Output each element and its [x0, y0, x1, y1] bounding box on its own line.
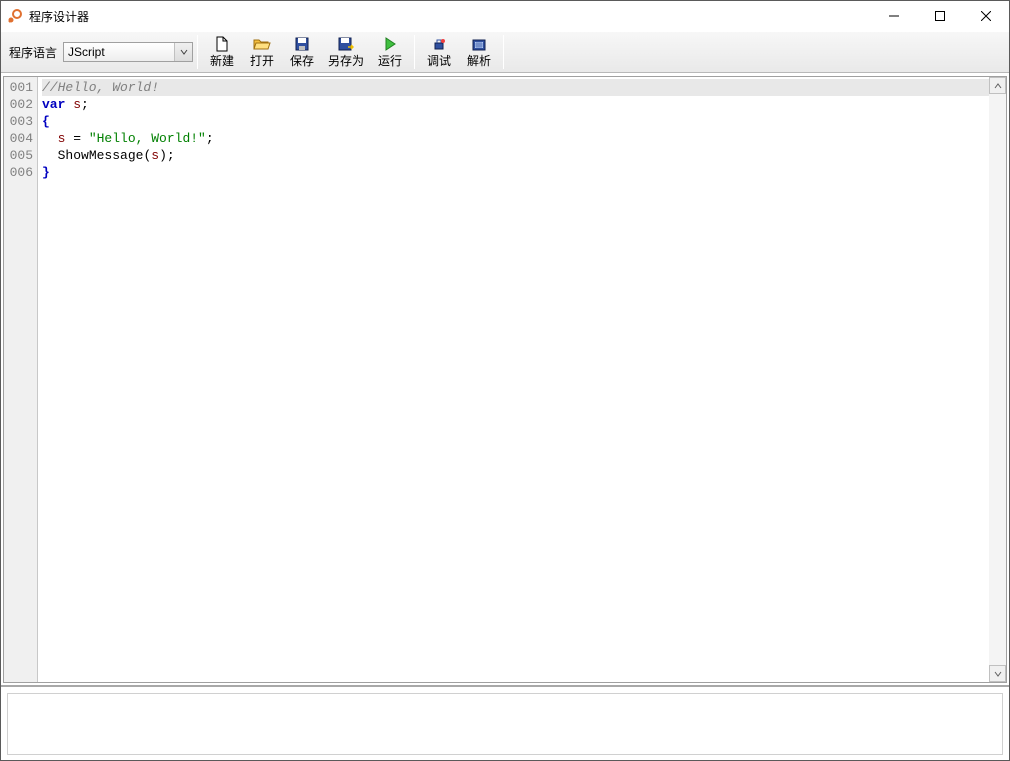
close-button[interactable]	[963, 1, 1009, 31]
file-new-icon	[213, 36, 231, 52]
scrollbar-track[interactable]	[989, 94, 1006, 665]
run-button[interactable]: 运行	[370, 34, 410, 70]
new-button[interactable]: 新建	[202, 34, 242, 70]
floppy-saveas-icon	[337, 36, 355, 52]
scroll-down-button[interactable]	[989, 665, 1006, 682]
save-button[interactable]: 保存	[282, 34, 322, 70]
status-bar	[1, 685, 1009, 760]
maximize-button[interactable]	[917, 1, 963, 31]
code-area[interactable]: //Hello, World!var s;{ s = "Hello, World…	[38, 77, 1006, 682]
saveas-button[interactable]: 另存为	[322, 34, 370, 70]
language-select-value: JScript	[68, 45, 105, 59]
editor-wrap: 001 002 003 004 005 006 //Hello, World!v…	[1, 73, 1009, 685]
window: 程序设计器 程序语言 JScript 新建	[0, 0, 1010, 761]
scroll-up-button[interactable]	[989, 77, 1006, 94]
title-bar: 程序设计器	[1, 1, 1009, 31]
debug-label: 调试	[427, 54, 451, 68]
separator	[414, 35, 415, 69]
save-label: 保存	[290, 54, 314, 68]
saveas-label: 另存为	[328, 54, 364, 68]
folder-open-icon	[253, 36, 271, 52]
chevron-down-icon	[174, 43, 192, 61]
language-label: 程序语言	[9, 44, 57, 61]
open-button[interactable]: 打开	[242, 34, 282, 70]
separator	[503, 35, 504, 69]
debug-button[interactable]: 调试	[419, 34, 459, 70]
parse-icon	[470, 36, 488, 52]
run-label: 运行	[378, 54, 402, 68]
window-title: 程序设计器	[29, 8, 89, 25]
separator	[197, 35, 198, 69]
code-editor[interactable]: 001 002 003 004 005 006 //Hello, World!v…	[3, 76, 1007, 683]
status-box	[7, 693, 1003, 755]
parse-button[interactable]: 解析	[459, 34, 499, 70]
play-icon	[381, 36, 399, 52]
parse-label: 解析	[467, 54, 491, 68]
app-icon	[7, 8, 23, 24]
language-select[interactable]: JScript	[63, 42, 193, 62]
window-controls	[871, 1, 1009, 31]
toolbar: 程序语言 JScript 新建 打开 保存	[1, 31, 1009, 73]
debug-icon	[430, 36, 448, 52]
open-label: 打开	[250, 54, 274, 68]
new-label: 新建	[210, 54, 234, 68]
floppy-save-icon	[293, 36, 311, 52]
line-number-gutter: 001 002 003 004 005 006	[4, 77, 38, 682]
minimize-button[interactable]	[871, 1, 917, 31]
